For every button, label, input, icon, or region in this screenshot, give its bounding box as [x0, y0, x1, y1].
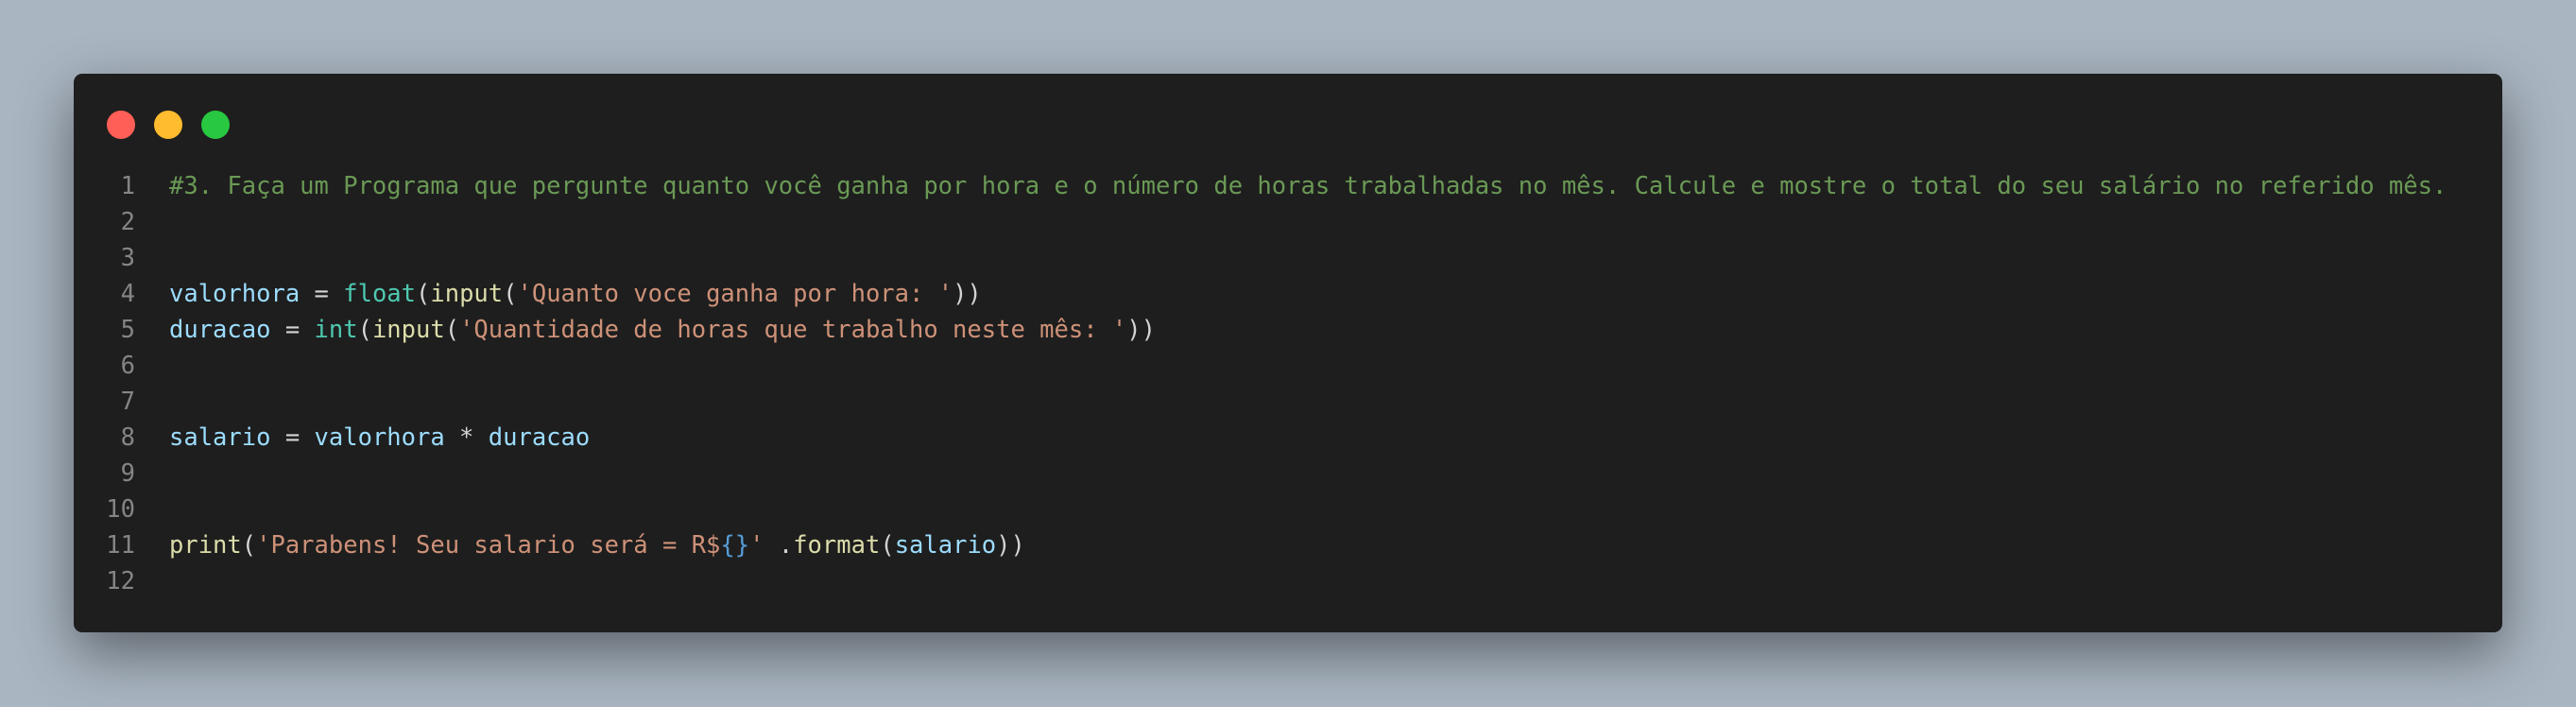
line-number: 1 — [120, 172, 135, 200]
line-code: #3. Faça um Programa que pergunte quanto… — [169, 168, 2447, 204]
code-token-func: input — [371, 316, 445, 344]
code-window: 1 #3. Faça um Programa que pergunte quant… — [74, 74, 2502, 632]
code-line[interactable]: 2 — [74, 204, 2502, 240]
line-code: valorhora = float(input('Quanto voce gan… — [169, 276, 982, 312]
line-number: 8 — [120, 423, 135, 452]
line-number: 3 — [120, 244, 135, 272]
code-token-var: duracao — [169, 316, 271, 344]
line-code: salario = valorhora * duracao — [169, 420, 590, 456]
code-line[interactable]: 1 #3. Faça um Programa que pergunte quant… — [74, 168, 2502, 204]
code-token-op: )) — [1126, 316, 1157, 344]
code-token-var: salario — [169, 423, 271, 452]
code-token-str: 'Quanto voce ganha por hora: ' — [517, 280, 953, 308]
code-token-var: duracao — [488, 423, 591, 452]
code-line[interactable]: 7 — [74, 384, 2502, 420]
code-token-op: ( — [444, 316, 460, 344]
code-line[interactable]: 6 — [74, 348, 2502, 384]
line-number: 10 — [106, 495, 135, 524]
code-token-comment: #3. Faça um Programa que pergunte quanto… — [169, 172, 2447, 200]
line-code: duracao = int(input('Quantidade de horas… — [169, 312, 1156, 348]
code-token-op: ( — [357, 316, 372, 344]
code-token-builtin: int — [314, 316, 358, 344]
code-line[interactable]: 12 — [74, 563, 2502, 599]
line-number: 5 — [120, 316, 135, 344]
line-number: 9 — [120, 459, 135, 488]
code-line[interactable]: 5 duracao = int(input('Quantidade de hora… — [74, 312, 2502, 348]
code-token-brace: {} — [720, 531, 750, 560]
line-number: 11 — [106, 531, 135, 560]
line-number: 7 — [120, 388, 135, 416]
code-token-str: ' — [749, 531, 764, 560]
minimize-window-button[interactable] — [154, 111, 182, 139]
code-token-op: = — [270, 316, 315, 344]
code-token-var: valorhora — [314, 423, 445, 452]
line-code: print('Parabens! Seu salario será = R${}… — [169, 527, 1025, 563]
code-line[interactable]: 9 — [74, 456, 2502, 491]
code-token-func: input — [430, 280, 504, 308]
code-token-builtin: float — [343, 280, 416, 308]
line-number: 4 — [120, 280, 135, 308]
line-number: 6 — [120, 352, 135, 380]
code-line[interactable]: 11 print('Parabens! Seu salario será = R$… — [74, 527, 2502, 563]
code-token-op: * — [444, 423, 489, 452]
code-line[interactable]: 8 salario = valorhora * duracao — [74, 420, 2502, 456]
code-token-func: format — [793, 531, 881, 560]
code-line[interactable]: 10 — [74, 491, 2502, 527]
code-editor[interactable]: 1 #3. Faça um Programa que pergunte quant… — [74, 168, 2502, 599]
code-token-func: print — [169, 531, 242, 560]
code-token-op: ( — [416, 280, 431, 308]
line-number: 12 — [106, 567, 135, 595]
code-token-op: )) — [953, 280, 982, 308]
code-token-op: ( — [241, 531, 257, 560]
close-window-button[interactable] — [107, 111, 135, 139]
code-token-op: . — [764, 531, 794, 560]
code-token-op: )) — [996, 531, 1025, 560]
code-line[interactable]: 4 valorhora = float(input('Quanto voce ga… — [74, 276, 2502, 312]
maximize-window-button[interactable] — [201, 111, 230, 139]
code-line[interactable]: 3 — [74, 240, 2502, 276]
code-token-str: 'Quantidade de horas que trabalho neste … — [459, 316, 1127, 344]
line-number: 2 — [120, 208, 135, 236]
code-token-var: salario — [894, 531, 997, 560]
code-token-op: = — [270, 423, 315, 452]
code-token-var: valorhora — [169, 280, 301, 308]
code-token-str: 'Parabens! Seu salario será = R$ — [256, 531, 721, 560]
code-token-op: ( — [503, 280, 518, 308]
code-token-op: ( — [880, 531, 895, 560]
code-token-op: = — [300, 280, 344, 308]
